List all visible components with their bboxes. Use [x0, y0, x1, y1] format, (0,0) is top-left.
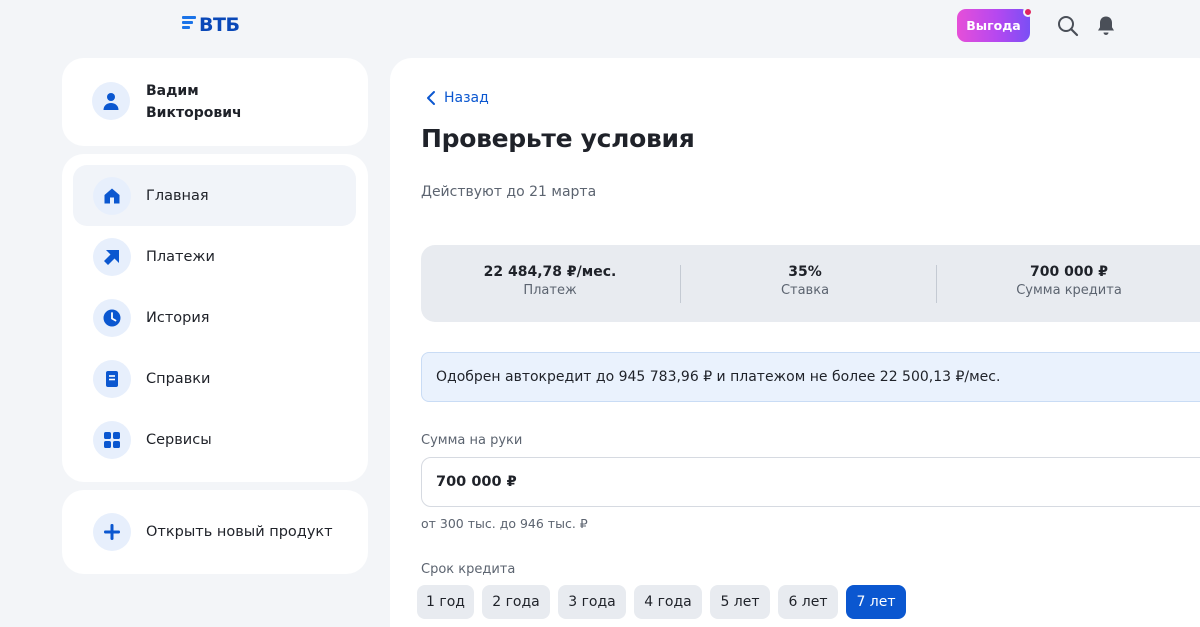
summary-value: 700 000 ₽ — [1030, 264, 1108, 280]
amount-value: 700 000 ₽ — [436, 474, 517, 490]
sidebar-item-label: Справки — [146, 370, 211, 387]
sidebar-item-label: Платежи — [146, 248, 215, 265]
promo-button[interactable]: Выгода — [957, 7, 1033, 42]
page-title: Проверьте условия — [421, 124, 695, 153]
amount-input[interactable]: 700 000 ₽ — [421, 457, 1200, 507]
nav-icon-wrap — [93, 420, 131, 459]
nav-icon-wrap — [93, 512, 131, 551]
term-option-1[interactable]: 1 год — [417, 585, 474, 619]
term-option-4[interactable]: 4 года — [634, 585, 702, 619]
term-option-7[interactable]: 7 лет — [846, 585, 906, 619]
term-option-6[interactable]: 6 лет — [778, 585, 838, 619]
nav-icon-wrap — [93, 359, 131, 398]
profile-first-name: Вадим — [146, 83, 199, 99]
main-content: Назад Проверьте условия Действуют до 21 … — [390, 58, 1200, 627]
summary-label: Платеж — [523, 283, 577, 298]
open-new-product-button[interactable]: Открыть новый продукт — [73, 501, 356, 562]
logo-text: ВТБ — [199, 14, 240, 36]
term-option-5[interactable]: 5 лет — [710, 585, 770, 619]
summary-value: 35% — [788, 264, 822, 280]
search-icon[interactable] — [1056, 14, 1080, 38]
profile-card[interactable]: Вадим Викторович — [62, 58, 368, 146]
approval-notice: Одобрен автокредит до 945 783,96 ₽ и пла… — [421, 352, 1200, 402]
user-icon — [103, 93, 119, 110]
payment-arrow-icon — [104, 249, 119, 265]
nav-icon-wrap — [93, 176, 131, 215]
amount-label: Сумма на руки — [421, 433, 523, 448]
summary-label: Ставка — [780, 283, 830, 298]
sidebar-item-history[interactable]: История — [73, 287, 356, 348]
profile-name: Вадим Викторович — [146, 80, 242, 124]
chevron-left-icon — [427, 91, 435, 105]
back-link[interactable]: Назад — [426, 90, 489, 106]
term-option-3[interactable]: 3 года — [558, 585, 626, 619]
home-icon — [104, 188, 120, 203]
summary-divider — [936, 265, 937, 303]
loan-summary: 22 484,78 ₽/мес. Платеж 35% Ставка 700 0… — [421, 245, 1200, 322]
top-bar: ВТБ Выгода — [0, 0, 1200, 52]
bell-icon[interactable] — [1094, 14, 1118, 38]
sidebar-item-payments[interactable]: Платежи — [73, 226, 356, 287]
logo-stripes-icon — [182, 15, 196, 29]
sidebar-item-documents[interactable]: Справки — [73, 348, 356, 409]
back-label: Назад — [444, 90, 489, 106]
sidebar-item-label: Сервисы — [146, 431, 212, 448]
summary-divider — [680, 265, 681, 303]
amount-hint: от 300 тыс. до 946 тыс. ₽ — [421, 516, 588, 531]
grid-icon — [104, 431, 120, 448]
summary-payment: 22 484,78 ₽/мес. Платеж — [461, 264, 639, 298]
summary-rate: 35% Ставка — [716, 264, 894, 298]
clock-icon — [103, 309, 121, 326]
open-new-product-card[interactable]: Открыть новый продукт — [62, 490, 368, 574]
term-label: Срок кредита — [421, 562, 516, 577]
open-new-product-label: Открыть новый продукт — [146, 523, 333, 540]
sidebar-item-label: История — [146, 309, 210, 326]
sidebar-item-services[interactable]: Сервисы — [73, 409, 356, 470]
nav-icon-wrap — [93, 237, 131, 276]
vtb-logo[interactable]: ВТБ — [182, 14, 240, 36]
term-option-2[interactable]: 2 года — [482, 585, 550, 619]
notification-dot — [1023, 7, 1033, 17]
summary-amount: 700 000 ₽ Сумма кредита — [980, 264, 1158, 298]
nav-icon-wrap — [93, 298, 131, 337]
summary-value: 22 484,78 ₽/мес. — [483, 264, 617, 280]
document-icon — [106, 370, 118, 387]
valid-until-text: Действуют до 21 марта — [421, 184, 597, 200]
summary-label: Сумма кредита — [1016, 283, 1122, 298]
promo-label: Выгода — [966, 18, 1021, 33]
profile-patronymic: Викторович — [146, 105, 242, 121]
plus-icon — [104, 523, 120, 540]
avatar — [92, 82, 130, 120]
sidebar-item-label: Главная — [146, 187, 209, 204]
sidebar-nav: Главная Платежи История Справки Сервисы — [62, 154, 368, 482]
sidebar-item-home[interactable]: Главная — [73, 165, 356, 226]
